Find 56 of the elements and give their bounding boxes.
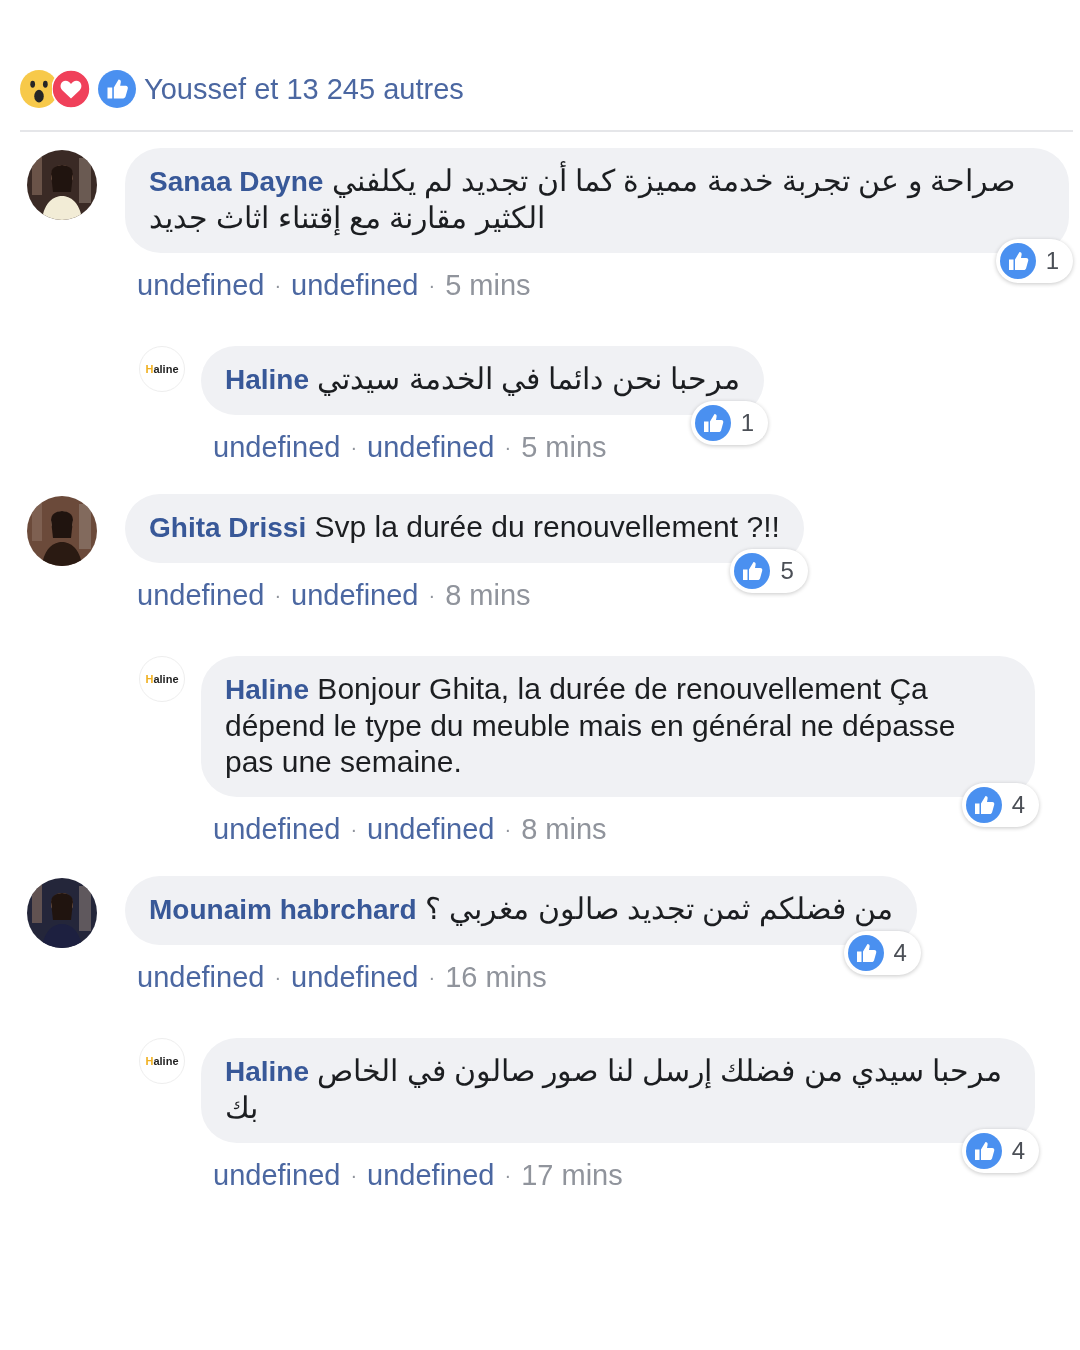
like-count-badge[interactable]: 5 (730, 549, 808, 593)
commenter-name[interactable]: Haline (225, 1056, 310, 1087)
action-link[interactable]: undefined (291, 961, 419, 994)
thumbs-up-icon (965, 787, 1002, 823)
thumbs-up-icon (999, 243, 1036, 279)
action-link[interactable]: undefined (367, 813, 495, 846)
commenter-name[interactable]: Ghita Drissi (149, 512, 307, 543)
logo-text: Haline (145, 363, 179, 375)
action-link[interactable]: undefined (213, 431, 341, 464)
action-link[interactable]: undefined (137, 269, 265, 302)
separator-dot: · (504, 1164, 512, 1187)
commenter-name[interactable]: Haline (225, 364, 310, 395)
heart-icon (52, 70, 90, 108)
comment-text: Haline Bonjour Ghita, la durée de renouvellement Ça dépend le type du meuble mais en général ne dépasse pas une semaine. (225, 671, 957, 780)
separator-dot: · (350, 1164, 358, 1187)
reaction-summary[interactable]: Youssef et 13 245 autres (144, 72, 464, 106)
logo-text: Haline (145, 1055, 179, 1067)
comment-text: Ghita Drissi Svp la durée du renouvellement ?!! (149, 509, 780, 545)
action-link[interactable]: undefined (367, 1159, 495, 1192)
logo-text: Haline (145, 673, 179, 685)
like-count-badge[interactable]: 1 (995, 239, 1073, 283)
like-count-badge[interactable]: 1 (690, 401, 769, 445)
separator-dot: · (428, 584, 436, 607)
separator-dot: · (274, 274, 282, 297)
separator-dot: · (350, 818, 358, 841)
thumbs-up-icon (847, 935, 884, 971)
thumbs-up-icon (694, 405, 731, 441)
comment-time[interactable]: 8 mins (521, 813, 607, 846)
separator-dot: · (350, 436, 358, 459)
separator-dot: · (274, 584, 282, 607)
comment-time[interactable]: 16 mins (445, 961, 547, 994)
commenter-name[interactable]: Mounaim habrchard (149, 894, 417, 925)
separator-dot: · (428, 966, 436, 989)
action-link[interactable]: undefined (137, 961, 265, 994)
commenter-name[interactable]: Sanaa Dayne (149, 166, 324, 197)
thumbs-up-icon (98, 70, 136, 108)
action-link[interactable]: undefined (213, 1159, 341, 1192)
comment-time[interactable]: 5 mins (445, 269, 531, 302)
action-link[interactable]: undefined (137, 579, 265, 612)
commenter-name[interactable]: Haline (225, 674, 310, 705)
comment-time[interactable]: 5 mins (521, 431, 607, 464)
like-count-badge[interactable]: 4 (961, 783, 1039, 827)
action-link[interactable]: undefined (213, 813, 341, 846)
like-count-badge[interactable]: 4 (961, 1129, 1039, 1173)
comment-time[interactable]: 8 mins (445, 579, 531, 612)
separator-dot: · (274, 966, 282, 989)
action-link[interactable]: undefined (291, 269, 419, 302)
comment-time[interactable]: 17 mins (521, 1159, 623, 1192)
thumbs-up-icon (734, 553, 771, 589)
action-link[interactable]: undefined (367, 431, 495, 464)
action-link[interactable]: undefined (291, 579, 419, 612)
separator-dot: · (504, 818, 512, 841)
like-count-badge[interactable]: 4 (843, 931, 921, 975)
separator-dot: · (428, 274, 436, 297)
thumbs-up-icon (965, 1133, 1002, 1169)
separator-dot: · (504, 436, 512, 459)
